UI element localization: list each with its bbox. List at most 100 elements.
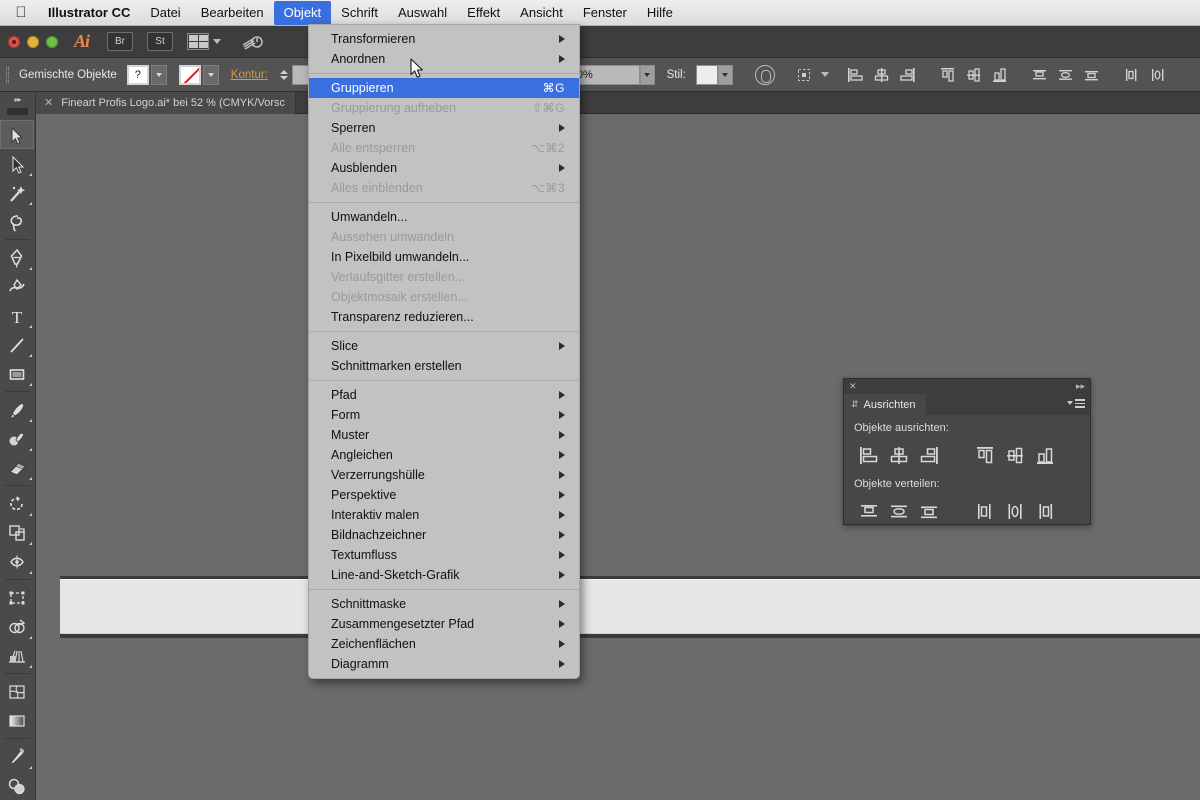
gradient-tool[interactable]: [0, 706, 34, 735]
panel-align-bottom-button[interactable]: [1030, 442, 1060, 468]
align-panel-titlebar[interactable]: ✕ ▸▸: [844, 379, 1090, 394]
scale-tool[interactable]: [0, 518, 34, 547]
panel-distribute-vertical-center-button[interactable]: [884, 498, 914, 524]
distribute-left-button[interactable]: [1119, 64, 1145, 86]
select-similar-chevron-icon[interactable]: [820, 72, 829, 77]
menu-item-textumfluss[interactable]: Textumfluss: [309, 545, 579, 565]
tab-ausrichten[interactable]: ⇵ Ausrichten: [844, 394, 926, 415]
distribute-top-button[interactable]: [1027, 64, 1053, 86]
align-right-button[interactable]: [895, 64, 921, 86]
panel-distribute-right-button[interactable]: [1030, 498, 1060, 524]
rectangle-tool[interactable]: [0, 359, 34, 388]
menu-item-bildnachzeichner[interactable]: Bildnachzeichner: [309, 525, 579, 545]
menu-item-schnittmaske[interactable]: Schnittmaske: [309, 594, 579, 614]
control-bar-grip[interactable]: [6, 66, 9, 83]
panel-menu-icon[interactable]: [1067, 399, 1085, 408]
align-vertical-center-button[interactable]: [961, 64, 987, 86]
shape-builder-tool[interactable]: [0, 612, 34, 641]
menu-item-anordnen[interactable]: Anordnen: [309, 49, 579, 69]
menu-item-sperren[interactable]: Sperren: [309, 118, 579, 138]
sync-settings-icon[interactable]: [239, 32, 265, 52]
eraser-tool[interactable]: [0, 453, 34, 482]
free-transform-tool[interactable]: [0, 583, 34, 612]
width-tool[interactable]: [0, 547, 34, 576]
panel-align-vertical-center-button[interactable]: [1000, 442, 1030, 468]
stroke-swatch[interactable]: [178, 64, 201, 85]
menu-item-pfad[interactable]: Pfad: [309, 385, 579, 405]
align-bottom-button[interactable]: [987, 64, 1013, 86]
menu-item-gruppieren[interactable]: Gruppieren ⌘G: [309, 78, 579, 98]
menubar-item-bearbeiten[interactable]: Bearbeiten: [191, 1, 274, 25]
graphic-style-swatch[interactable]: [695, 64, 718, 85]
bridge-button[interactable]: Br: [107, 32, 134, 51]
menu-item-transparenz-reduzieren[interactable]: Transparenz reduzieren...: [309, 307, 579, 327]
fill-swatch[interactable]: ?: [126, 64, 149, 85]
close-icon[interactable]: ✕: [849, 381, 857, 392]
menu-item-zeichenflächen[interactable]: Zeichenflächen: [309, 634, 579, 654]
stroke-weight-label[interactable]: Kontur:: [231, 69, 268, 81]
tools-collapse-button[interactable]: ▸▸: [0, 92, 35, 106]
apple-logo-icon[interactable]: : [10, 5, 32, 20]
menu-item-angleichen[interactable]: Angleichen: [309, 445, 579, 465]
menu-item-umwandeln[interactable]: Umwandeln...: [309, 207, 579, 227]
panel-align-right-button[interactable]: [914, 442, 944, 468]
perspective-grid-tool[interactable]: [0, 641, 34, 670]
panel-align-horizontal-center-button[interactable]: [884, 442, 914, 468]
menubar-item-schrift[interactable]: Schrift: [331, 1, 388, 25]
panel-distribute-horizontal-center-button[interactable]: [1000, 498, 1030, 524]
menu-item-muster[interactable]: Muster: [309, 425, 579, 445]
artboard[interactable]: [60, 579, 1200, 634]
distribute-vertical-center-button[interactable]: [1053, 64, 1079, 86]
menu-item-slice[interactable]: Slice: [309, 336, 579, 356]
menu-item-diagramm[interactable]: Diagramm: [309, 654, 579, 674]
menubar-item-ansicht[interactable]: Ansicht: [510, 1, 573, 25]
blend-tool[interactable]: [0, 771, 34, 800]
menu-item-verzerrungshülle[interactable]: Verzerrungshülle: [309, 465, 579, 485]
opacity-dropdown[interactable]: [639, 64, 655, 85]
panel-distribute-bottom-button[interactable]: [914, 498, 944, 524]
distribute-horizontal-center-button[interactable]: [1145, 64, 1171, 86]
menubar-item-illustrator-cc[interactable]: Illustrator CC: [38, 1, 140, 25]
panel-distribute-left-button[interactable]: [970, 498, 1000, 524]
blob-brush-tool[interactable]: [0, 424, 34, 453]
eyedropper-tool[interactable]: [0, 742, 34, 771]
rotate-tool[interactable]: [0, 489, 34, 518]
align-left-button[interactable]: [843, 64, 869, 86]
tools-panel-grip[interactable]: [7, 108, 28, 115]
collapse-to-icons-icon[interactable]: ▸▸: [1076, 381, 1085, 392]
panel-distribute-top-button[interactable]: [854, 498, 884, 524]
type-tool[interactable]: T: [0, 301, 34, 330]
align-top-button[interactable]: [935, 64, 961, 86]
stock-button[interactable]: St: [147, 32, 174, 51]
stroke-weight-stepper[interactable]: [278, 65, 291, 85]
minimize-window-button[interactable]: [27, 35, 39, 48]
paintbrush-tool[interactable]: [0, 395, 34, 424]
panel-align-top-button[interactable]: [970, 442, 1000, 468]
arrange-documents-button[interactable]: [187, 33, 222, 50]
menu-item-transformieren[interactable]: Transformieren: [309, 29, 579, 49]
menu-item-line-and-sketch-grafik[interactable]: Line-and-Sketch-Grafik: [309, 565, 579, 585]
selection-tool[interactable]: [0, 120, 34, 149]
menubar-item-objekt[interactable]: Objekt: [273, 0, 332, 25]
select-similar-objects-button[interactable]: [791, 64, 817, 86]
menubar-item-effekt[interactable]: Effekt: [457, 1, 510, 25]
menu-item-perspektive[interactable]: Perspektive: [309, 485, 579, 505]
curvature-tool[interactable]: [0, 272, 34, 301]
menu-item-interaktiv-malen[interactable]: Interaktiv malen: [309, 505, 579, 525]
direct-selection-tool[interactable]: [0, 149, 34, 178]
menubar-item-fenster[interactable]: Fenster: [573, 1, 637, 25]
opacity-mask-icon[interactable]: [754, 64, 775, 85]
line-segment-tool[interactable]: [0, 330, 34, 359]
close-tab-icon[interactable]: ✕: [44, 96, 53, 109]
graphic-style-dropdown[interactable]: [717, 64, 733, 85]
menu-item-schnittmarken-erstellen[interactable]: Schnittmarken erstellen: [309, 356, 579, 376]
align-horizontal-center-button[interactable]: [869, 64, 895, 86]
distribute-bottom-button[interactable]: [1079, 64, 1105, 86]
menubar-item-hilfe[interactable]: Hilfe: [637, 1, 683, 25]
zoom-window-button[interactable]: [46, 35, 58, 48]
lasso-tool[interactable]: [0, 207, 34, 236]
fill-dropdown[interactable]: [150, 64, 167, 85]
close-window-button[interactable]: [8, 35, 20, 48]
menubar-item-datei[interactable]: Datei: [140, 1, 190, 25]
document-tab[interactable]: ✕ Fineart Profis Logo.ai* bei 52 % (CMYK…: [36, 91, 296, 114]
